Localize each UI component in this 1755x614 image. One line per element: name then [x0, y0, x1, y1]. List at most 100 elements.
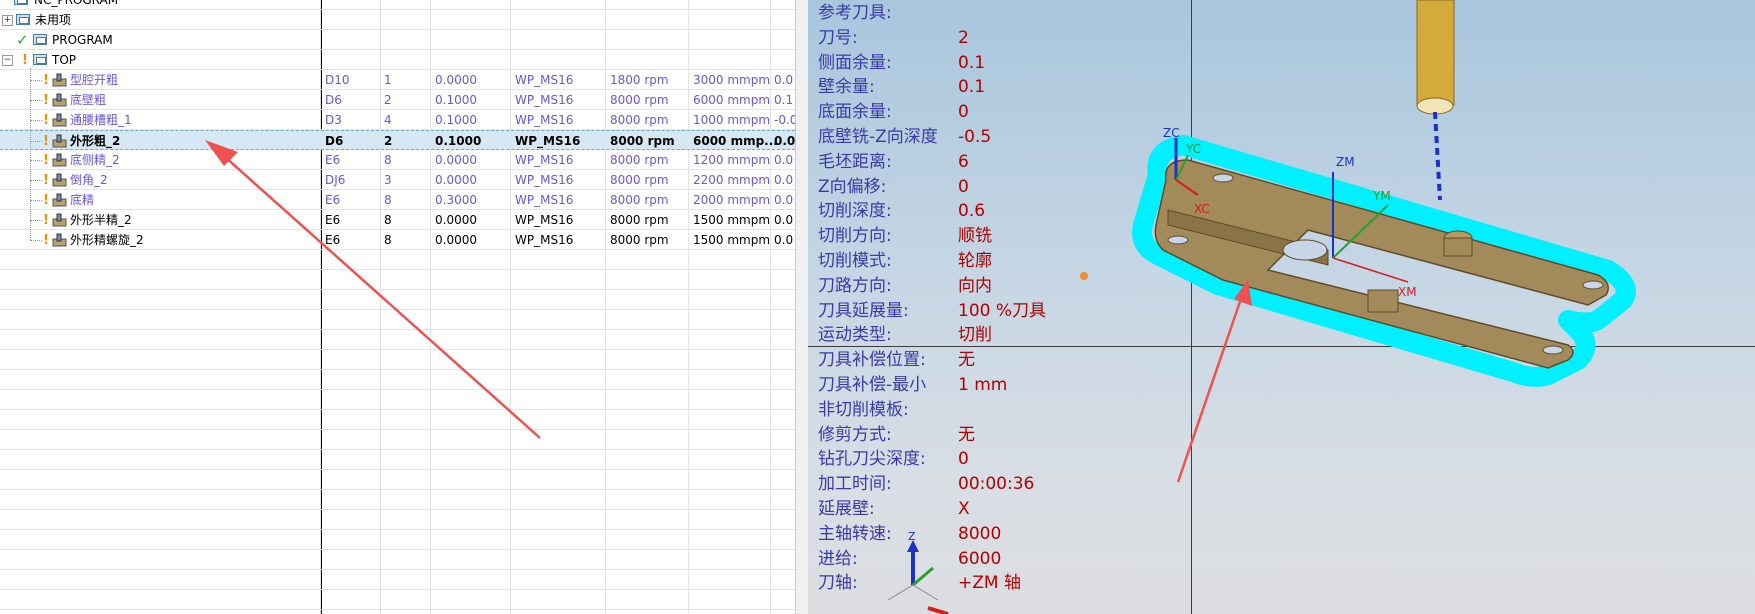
operation-extra: 0.0: [774, 134, 795, 148]
empty-row: [0, 470, 795, 490]
top-label: TOP: [52, 53, 77, 67]
operation-speed: 8000 rpm: [610, 93, 669, 107]
operation-tool-no: 1: [384, 73, 392, 87]
operation-name: 型腔开粗: [70, 73, 119, 87]
operation-row[interactable]: ! 通腰槽粗_1 D3 4 0.1000 WP_MS16 8000 rpm 1000 mmpm…: [0, 110, 795, 130]
operation-stock: 0.0000: [435, 153, 477, 167]
operation-tool: D6: [325, 93, 342, 107]
annotation-arrow-right: [1176, 289, 1246, 483]
info-value: 6: [958, 151, 969, 172]
info-label: 进给:: [818, 548, 858, 569]
pane-splitter[interactable]: [795, 0, 809, 614]
tree-row-top[interactable]: − ! TOP: [0, 50, 795, 70]
empty-row: [0, 610, 795, 614]
info-label: 刀路方向:: [818, 275, 892, 296]
info-label: 刀具补偿位置:: [818, 350, 926, 371]
operation-wcs: WP_MS16: [515, 213, 574, 227]
operation-name: 通腰槽粗_1: [70, 113, 132, 127]
collapse-icon[interactable]: −: [2, 55, 13, 66]
info-value: 轮廓: [958, 251, 992, 271]
operation-feed: 1200 mmpm: [693, 153, 771, 167]
operation-tool: DJ6: [325, 173, 346, 187]
info-value: -0.5: [958, 127, 992, 147]
warning-icon: !: [43, 73, 49, 88]
mill-operation-icon: [52, 134, 67, 148]
operation-row[interactable]: ! 外形粗_2 D6 2 0.1000 WP_MS16 8000 rpm 6000 mmp..…: [0, 130, 795, 150]
unused-label: 未用项: [35, 13, 72, 27]
operation-feed: 1500 mmpm: [693, 233, 771, 247]
info-value: 8000: [958, 523, 1002, 544]
warning-icon: !: [43, 113, 49, 128]
operation-stock: 0.0000: [435, 233, 477, 247]
operation-feed: 3000 mmpm: [693, 73, 771, 87]
info-value: X: [958, 499, 970, 519]
warning-icon: !: [43, 233, 49, 248]
info-label: 主轴转速:: [818, 523, 892, 544]
start-point-marker: [1080, 272, 1088, 280]
graphics-window[interactable]: ZC YC XC ZM YM XM Z 参考刀具: 刀号: 2 侧面余量: 0.1 壁余量…: [808, 0, 1755, 614]
warning-icon: !: [43, 213, 49, 228]
tree-row-root[interactable]: NC_PROGRAM: [0, 0, 795, 10]
info-label: 毛坯距离:: [818, 151, 892, 172]
operation-tool-no: 8: [384, 153, 392, 167]
empty-row: [0, 550, 795, 570]
operation-stock: 0.0000: [435, 213, 477, 227]
operation-row[interactable]: ! 底壁粗 D6 2 0.1000 WP_MS16 8000 rpm 6000 mmpm 0.1: [0, 90, 795, 110]
mill-operation-icon: [52, 193, 67, 207]
info-label: 壁余量:: [818, 77, 875, 98]
operation-tool-no: 2: [384, 134, 393, 148]
info-value: 0: [958, 449, 969, 470]
info-label: 刀具延展量:: [818, 300, 909, 321]
operation-tool: D3: [325, 113, 342, 127]
info-value: 0.6: [958, 201, 986, 222]
view-cube-edge: [887, 584, 939, 601]
expand-icon[interactable]: +: [2, 15, 13, 26]
xc-label: XC: [1194, 202, 1210, 216]
info-label: 切削方向:: [818, 226, 892, 247]
operation-extra: 0.0: [774, 173, 794, 187]
operation-wcs: WP_MS16: [515, 153, 574, 167]
empty-row: [0, 390, 795, 410]
empty-row: [0, 290, 795, 310]
operation-name: 底壁粗: [70, 93, 107, 107]
operation-tool-no: 3: [384, 173, 392, 187]
empty-row: [0, 570, 795, 590]
operation-row[interactable]: ! 型腔开粗 D10 1 0.0000 WP_MS16 1800 rpm 3000 mmpm 0…: [0, 70, 795, 90]
operation-row[interactable]: ! 外形半精_2 E6 8 0.0000 WP_MS16 8000 rpm 1500 mmpm…: [0, 210, 795, 230]
info-label: 底面余量:: [818, 102, 892, 123]
operation-wcs: WP_MS16: [515, 134, 581, 148]
xm-label: XM: [1398, 285, 1417, 299]
operation-tool: E6: [325, 153, 341, 167]
info-value: 无: [958, 424, 975, 445]
info-label: 钻孔刀尖深度:: [818, 449, 926, 470]
info-value: 0: [958, 102, 969, 123]
operation-row[interactable]: ! 外形精螺旋_2 E6 8 0.0000 WP_MS16 8000 rpm 1500 mmp…: [0, 230, 795, 250]
folder-icon: [33, 54, 47, 65]
tree-row-unused[interactable]: + 未用项: [0, 10, 795, 30]
info-value: 100 %刀具: [958, 300, 1047, 321]
view-x-axis: [927, 606, 949, 614]
operation-speed: 8000 rpm: [610, 153, 669, 167]
info-label: 刀号:: [818, 27, 858, 48]
tree-guide: [30, 240, 42, 242]
operation-navigator: NC_PROGRAM + 未用项 ✓ PROGRAM − ! TOP ! 型腔开粗…: [0, 0, 795, 614]
root-label: NC_PROGRAM: [34, 0, 119, 7]
operation-extra: 0.1: [774, 93, 794, 107]
zm-label: ZM: [1336, 155, 1355, 169]
operation-row[interactable]: ! 倒角_2 DJ6 3 0.0000 WP_MS16 8000 rpm 2200 mmpm 0…: [0, 170, 795, 190]
operation-wcs: WP_MS16: [515, 173, 574, 187]
tree-row-program[interactable]: ✓ PROGRAM: [0, 30, 795, 50]
mill-operation-icon: [52, 93, 67, 107]
operation-row[interactable]: ! 底精 E6 8 0.3000 WP_MS16 8000 rpm 2000 mmpm 0.0: [0, 190, 795, 210]
operation-row[interactable]: ! 底侧精_2 E6 8 0.0000 WP_MS16 8000 rpm 1200 mmpm 0…: [0, 150, 795, 170]
operation-tool-no: 4: [384, 113, 392, 127]
operation-name: 外形精螺旋_2: [70, 233, 144, 247]
part-view[interactable]: ZC YC XC ZM YM XM Z: [808, 0, 1755, 614]
operation-stock: 0.3000: [435, 193, 477, 207]
operation-extra: -0.0: [774, 113, 795, 127]
operation-feed: 6000 mmpm: [693, 93, 771, 107]
info-value: 0.1: [958, 52, 986, 73]
operation-stock: 0.1000: [435, 113, 477, 127]
info-value: 0: [958, 176, 969, 197]
operation-feed: 1500 mmpm: [693, 213, 771, 227]
